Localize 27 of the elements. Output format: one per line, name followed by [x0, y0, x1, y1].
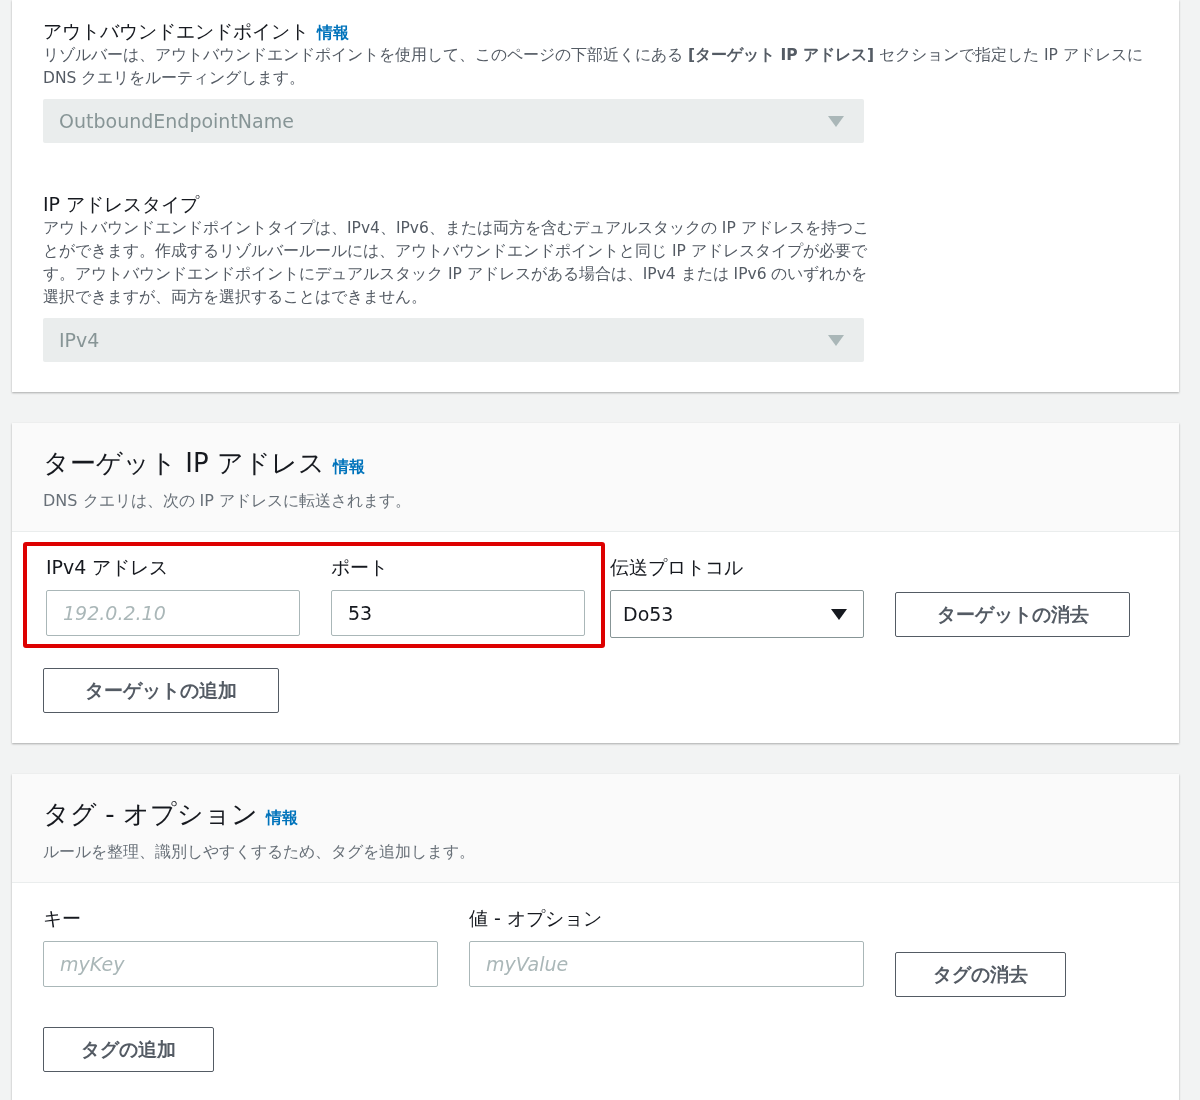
- section-title: タグ - オプション: [43, 798, 258, 831]
- section-title: ターゲット IP アドレス: [43, 447, 325, 480]
- remove-tag-button[interactable]: タグの消去: [895, 952, 1066, 997]
- tag-key-input[interactable]: myKey: [43, 941, 438, 987]
- add-tag-button[interactable]: タグの追加: [43, 1027, 214, 1072]
- section-description: DNS クエリは、次の IP アドレスに転送されます。: [43, 490, 412, 512]
- add-target-button[interactable]: ターゲットの追加: [43, 668, 279, 713]
- field-label: IPv4 アドレス: [46, 555, 170, 580]
- info-link[interactable]: 情報: [265, 808, 298, 829]
- field-label: アウトバウンドエンドポイント: [43, 19, 309, 44]
- caret-icon: [828, 334, 844, 346]
- port-input[interactable]: 53: [331, 590, 585, 636]
- info-link[interactable]: 情報: [332, 457, 365, 478]
- field-label: キー: [43, 906, 82, 931]
- field-label: IP アドレスタイプ: [43, 192, 200, 217]
- caret-icon: [828, 115, 844, 127]
- remove-target-button[interactable]: ターゲットの消去: [895, 592, 1130, 637]
- tag-value-input[interactable]: myValue: [469, 941, 864, 987]
- section-description: ルールを整理、識別しやすくするため、タグを追加します。: [43, 841, 475, 863]
- field-description: アウトバウンドエンドポイントタイプは、IPv4、IPv6、または両方を含むデュアルスタックの IP アドレスを持つことができます。作成するリゾルバールールには、アウトバウンドエンドポイントと同じ IP アドレスタイプが必要です。アウトバウンドエンドポイントにデュアルスタック IP アドレスがある場合は、IPv4 または IPv6 のいずれかを選択できますが、両方を選択することはできません。: [43, 218, 870, 308]
- ipv4-input[interactable]: 192.0.2.10: [46, 590, 300, 636]
- protocol-select[interactable]: Do53: [610, 590, 864, 638]
- field-label: 伝送プロトコル: [610, 555, 744, 580]
- field-description: リゾルバーは、アウトバウンドエンドポイントを使用して、このページの下部近くにある [ターゲット IP アドレス] セクションで指定した IP アドレスに DNS クエリをルーティングします。: [43, 45, 1143, 89]
- field-label: ポート: [331, 555, 389, 580]
- caret-icon: [831, 608, 847, 620]
- field-label: 値 - オプション: [469, 906, 603, 931]
